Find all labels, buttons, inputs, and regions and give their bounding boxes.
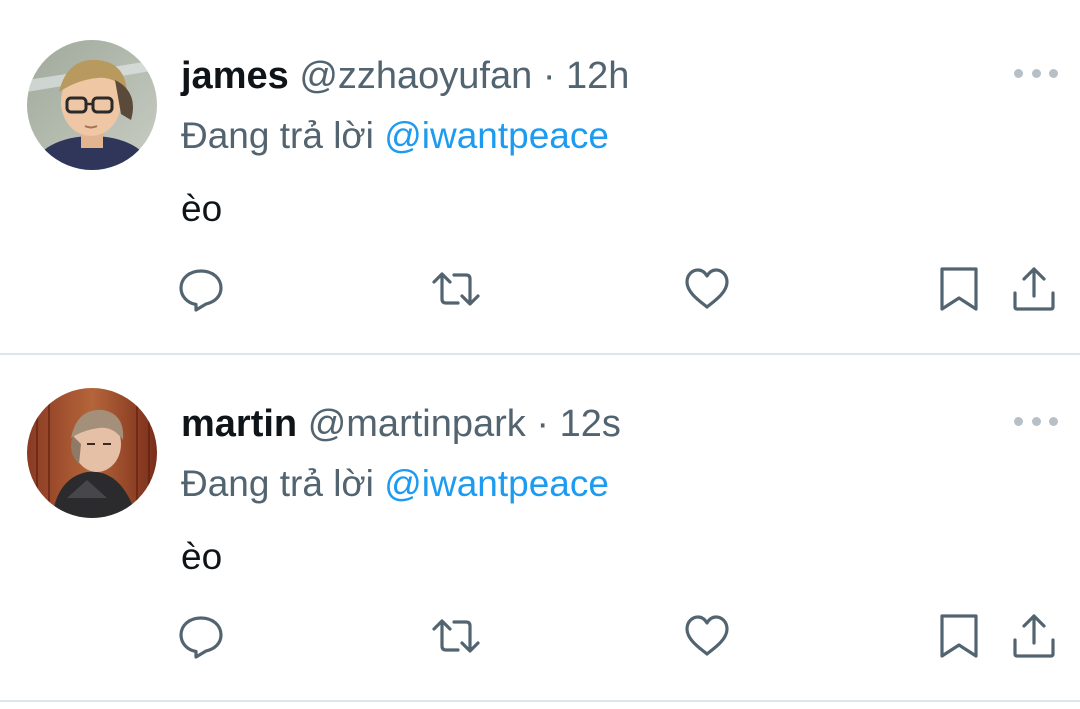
handle[interactable]: @martinpark	[308, 403, 526, 445]
replying-to-label: Đang trả lời	[181, 115, 374, 156]
reply-icon	[179, 616, 223, 659]
display-name[interactable]: martin	[181, 403, 297, 445]
tweet-text: èo	[181, 188, 223, 229]
like-icon	[685, 615, 729, 656]
like-button[interactable]	[681, 263, 733, 315]
tweet-text: èo	[181, 536, 223, 577]
mention-link[interactable]: @iwantpeace	[384, 463, 609, 504]
bookmark-button[interactable]	[933, 263, 985, 315]
separator: ·	[542, 55, 556, 97]
retweet-icon	[432, 272, 480, 306]
replying-to: Đang trả lời @iwantpeace	[181, 114, 609, 158]
avatar[interactable]	[27, 388, 157, 518]
display-name[interactable]: james	[181, 55, 289, 97]
bookmark-button[interactable]	[933, 610, 985, 662]
tweet-feed: james @zzhaoyufan · 12h Đang trả lời @iw…	[0, 0, 1080, 709]
tweet-header: martin @martinpark · 12s	[181, 402, 621, 446]
timestamp[interactable]: 12h	[566, 55, 629, 97]
replying-to-label: Đang trả lời	[181, 463, 374, 504]
share-icon	[1013, 614, 1055, 658]
bookmark-icon	[940, 267, 978, 311]
tweet-actions	[0, 263, 1080, 315]
tweet[interactable]: martin @martinpark · 12s Đang trả lời @i…	[0, 355, 1080, 702]
more-icon[interactable]	[1014, 67, 1058, 79]
retweet-icon	[432, 619, 480, 653]
tweet-header: james @zzhaoyufan · 12h	[181, 54, 629, 98]
tweet[interactable]: james @zzhaoyufan · 12h Đang trả lời @iw…	[0, 0, 1080, 355]
timestamp[interactable]: 12s	[560, 403, 621, 445]
separator: ·	[536, 403, 549, 445]
reply-button[interactable]	[175, 610, 227, 662]
share-button[interactable]	[1008, 610, 1060, 662]
reply-icon	[179, 269, 223, 312]
replying-to: Đang trả lời @iwantpeace	[181, 462, 609, 506]
retweet-button[interactable]	[430, 610, 482, 662]
tweet-actions	[0, 610, 1080, 662]
bookmark-icon	[940, 614, 978, 658]
share-icon	[1013, 267, 1055, 311]
avatar[interactable]	[27, 40, 157, 170]
retweet-button[interactable]	[430, 263, 482, 315]
more-icon[interactable]	[1014, 415, 1058, 427]
share-button[interactable]	[1008, 263, 1060, 315]
like-button[interactable]	[681, 610, 733, 662]
mention-link[interactable]: @iwantpeace	[384, 115, 609, 156]
like-icon	[685, 268, 729, 309]
handle[interactable]: @zzhaoyufan	[299, 55, 532, 97]
reply-button[interactable]	[175, 263, 227, 315]
